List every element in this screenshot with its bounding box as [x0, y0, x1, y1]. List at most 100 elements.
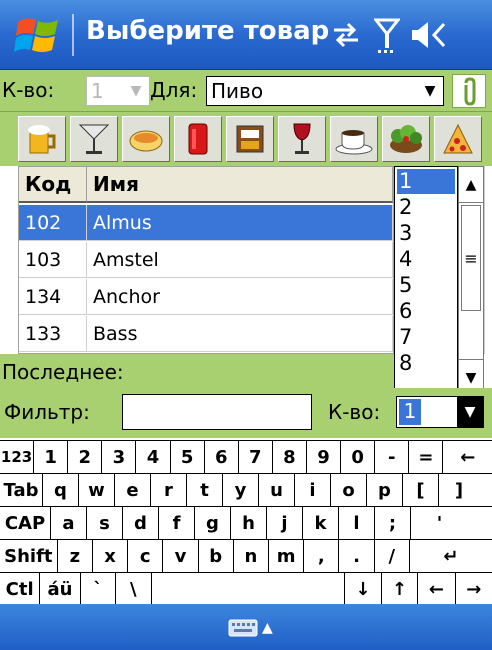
key[interactable]: `	[81, 573, 117, 605]
key[interactable]: z	[58, 540, 93, 572]
key[interactable]: 6	[205, 441, 239, 473]
key[interactable]: 9	[307, 441, 342, 473]
key[interactable]: d	[123, 507, 159, 539]
category-soup-button[interactable]	[122, 116, 170, 162]
category-salad-button[interactable]	[382, 116, 430, 162]
table-row[interactable]: 102 Almus	[19, 205, 393, 241]
table-row[interactable]: 103 Amstel	[19, 242, 393, 278]
key[interactable]: q	[43, 474, 79, 506]
qty-combo[interactable]: 1 ▼	[86, 76, 150, 106]
right-arrow-key[interactable]: →	[456, 573, 492, 605]
key[interactable]: o	[331, 474, 367, 506]
key[interactable]: t	[187, 474, 223, 506]
qty-option[interactable]: 8	[397, 351, 455, 376]
qty-option[interactable]: 1	[397, 169, 455, 194]
key[interactable]: \	[116, 573, 152, 605]
key[interactable]: ]	[439, 474, 479, 506]
key[interactable]: 5	[171, 441, 205, 473]
ctrl-key[interactable]: Ctl	[0, 573, 41, 605]
qty-option[interactable]: 4	[397, 247, 455, 272]
key[interactable]: e	[115, 474, 151, 506]
key[interactable]: 4	[136, 441, 171, 473]
key[interactable]: /	[375, 540, 410, 572]
key[interactable]: w	[79, 474, 115, 506]
caps-key[interactable]: CAP	[0, 507, 51, 539]
table-row[interactable]: 134 Anchor	[19, 279, 393, 315]
chevron-down-icon[interactable]: ▼	[419, 79, 441, 103]
category-soda-button[interactable]	[174, 116, 222, 162]
key[interactable]: s	[87, 507, 123, 539]
key[interactable]: v	[163, 540, 199, 572]
category-beer-button[interactable]	[18, 116, 66, 162]
key[interactable]: p	[367, 474, 403, 506]
qty-option[interactable]: 3	[397, 221, 455, 246]
key[interactable]: y	[223, 474, 259, 506]
for-combo[interactable]: Пиво ▼	[206, 76, 444, 106]
up-arrow-key[interactable]: ↑	[382, 573, 419, 605]
key[interactable]: ,	[304, 540, 340, 572]
scroll-thumb[interactable]: ≡	[461, 205, 481, 311]
key[interactable]: 0	[341, 441, 376, 473]
tab-key[interactable]: Tab	[0, 474, 43, 506]
space-key[interactable]	[152, 573, 346, 605]
filter-input[interactable]	[122, 394, 312, 430]
key[interactable]: l	[339, 507, 375, 539]
key[interactable]: c	[128, 540, 164, 572]
category-coffee-button[interactable]	[330, 116, 378, 162]
key[interactable]: a	[51, 507, 87, 539]
backspace-key[interactable]: ←	[443, 441, 492, 473]
key[interactable]: k	[303, 507, 339, 539]
key[interactable]: [	[403, 474, 439, 506]
qty-option[interactable]: 5	[397, 273, 455, 298]
category-pizza-button[interactable]	[434, 116, 482, 162]
key[interactable]: h	[231, 507, 267, 539]
qty-option[interactable]: 6	[397, 299, 455, 324]
key[interactable]: g	[195, 507, 231, 539]
connectivity-icon[interactable]	[330, 20, 362, 50]
key[interactable]: 1	[34, 441, 69, 473]
windows-start-icon[interactable]	[14, 12, 62, 58]
column-header-code[interactable]: Код	[19, 167, 87, 203]
key[interactable]: 7	[239, 441, 273, 473]
signal-icon[interactable]	[374, 18, 400, 54]
key[interactable]: r	[151, 474, 187, 506]
key[interactable]: j	[267, 507, 303, 539]
key[interactable]: '	[411, 507, 468, 539]
key[interactable]: m	[269, 540, 305, 572]
key[interactable]: 123	[0, 441, 35, 473]
category-cocktail-button[interactable]	[70, 116, 118, 162]
volume-icon[interactable]	[408, 18, 448, 52]
chevron-down-icon[interactable]: ▼	[457, 397, 483, 427]
key[interactable]: 3	[102, 441, 137, 473]
key[interactable]: =	[409, 441, 444, 473]
column-header-name[interactable]: Имя	[87, 167, 393, 203]
key[interactable]: u	[259, 474, 295, 506]
key[interactable]: n	[234, 540, 270, 572]
key[interactable]: 2	[68, 441, 103, 473]
table-row[interactable]: 133 Bass	[19, 316, 393, 352]
qty-list-scrollbar[interactable]: ▲ ≡ ▼	[458, 166, 484, 396]
enter-key[interactable]: ↵	[410, 540, 492, 572]
category-wine-button[interactable]	[278, 116, 326, 162]
left-arrow-key[interactable]: ←	[418, 573, 456, 605]
qty-option[interactable]: 7	[397, 325, 455, 350]
filter-qty-combo[interactable]: 1 ▼	[396, 396, 484, 428]
input-panel-button[interactable]: ▲	[228, 616, 284, 640]
chevron-down-icon[interactable]: ▼	[125, 79, 147, 103]
key[interactable]: 8	[273, 441, 307, 473]
key[interactable]: f	[159, 507, 195, 539]
qty-option[interactable]: 2	[397, 195, 455, 220]
category-dessert-button[interactable]	[226, 116, 274, 162]
key[interactable]: .	[339, 540, 375, 572]
down-arrow-key[interactable]: ↓	[345, 573, 382, 605]
key[interactable]: ;	[375, 507, 411, 539]
scroll-up-arrow-icon[interactable]: ▲	[459, 167, 483, 203]
key[interactable]: b	[199, 540, 234, 572]
key[interactable]: x	[93, 540, 129, 572]
key[interactable]: i	[295, 474, 331, 506]
accents-key[interactable]: áü	[40, 573, 81, 605]
caret-up-icon[interactable]: ▲	[262, 620, 273, 636]
shift-key[interactable]: Shift	[0, 540, 58, 572]
key[interactable]: -	[375, 441, 410, 473]
attach-button[interactable]	[452, 74, 486, 108]
